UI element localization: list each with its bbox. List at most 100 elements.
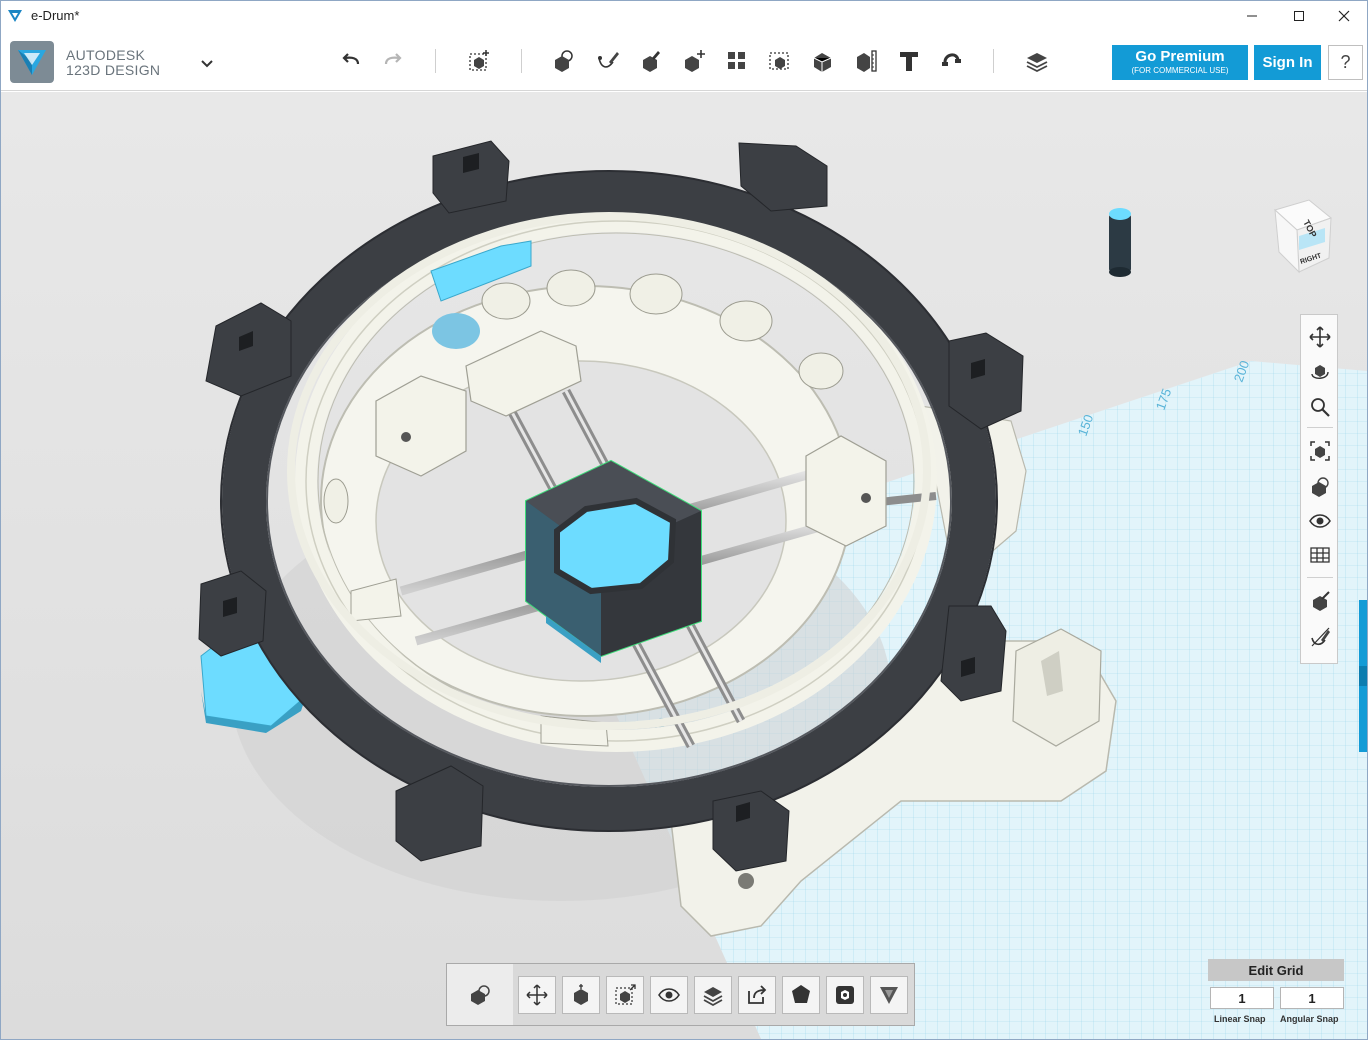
go-premium-sublabel: (FOR COMMERCIAL USE) (1131, 66, 1229, 75)
move-icon (526, 984, 548, 1006)
orbit-icon (1311, 365, 1329, 379)
combine-button[interactable] (806, 44, 840, 78)
fit-button[interactable] (1306, 437, 1334, 465)
angular-snap-input[interactable]: 1 (1280, 987, 1344, 1009)
move-button[interactable] (518, 976, 556, 1014)
minimize-icon (1247, 15, 1257, 17)
selection-filter-icon (1313, 591, 1330, 611)
brand-autodesk: AUTODESK (66, 47, 146, 63)
title-bar: e-Drum* (1, 1, 1367, 31)
pan-button[interactable] (1306, 323, 1334, 351)
grid-toggle-button[interactable] (1306, 541, 1334, 569)
edit-grid-button[interactable]: Edit Grid (1208, 959, 1344, 981)
maximize-button[interactable] (1276, 1, 1322, 31)
material-button[interactable] (1020, 44, 1054, 78)
view-mode-button[interactable] (1306, 473, 1334, 501)
primitives-icon (555, 50, 573, 72)
app-logo-icon (8, 10, 22, 22)
snap-icon (942, 53, 961, 66)
transform-button[interactable] (462, 44, 496, 78)
meshmixer-button[interactable] (870, 976, 908, 1014)
primitives-button[interactable] (547, 44, 581, 78)
undo-icon (342, 53, 360, 65)
autodesk-logo-icon (18, 50, 46, 75)
toolbar-separator (521, 49, 522, 73)
model-scene[interactable]: 200 175 150 50 25 25 30 (1, 92, 1367, 1039)
eye-icon (1309, 514, 1331, 528)
side-panel-toggle[interactable] (1359, 666, 1367, 686)
nav-separator (1307, 577, 1333, 578)
minimize-button[interactable] (1229, 1, 1275, 31)
redo-button[interactable] (376, 44, 410, 78)
toolbar-separator (435, 49, 436, 73)
hide-button[interactable] (650, 976, 688, 1014)
export-button[interactable] (738, 976, 776, 1014)
edit-grid-panel: Edit Grid 1 1 Linear Snap Angular Snap (1208, 959, 1344, 1029)
redo-icon (384, 53, 402, 65)
navigation-bar (1300, 314, 1338, 664)
linear-snap-input[interactable]: 1 (1210, 987, 1274, 1009)
help-button[interactable]: ? (1328, 45, 1363, 80)
layers-button[interactable] (694, 976, 732, 1014)
fit-icon (1310, 441, 1330, 461)
solid-button[interactable] (782, 976, 820, 1014)
object-toggle-button[interactable] (447, 964, 513, 1025)
sketch-visibility-icon (1311, 627, 1330, 647)
view-cube[interactable]: TOP RIGHT (1269, 196, 1335, 276)
undo-button[interactable] (334, 44, 368, 78)
sign-in-button[interactable]: Sign In (1254, 45, 1321, 80)
nav-separator (1307, 427, 1333, 428)
transform-icon (469, 50, 489, 71)
brand-product: 123D DESIGN (66, 62, 161, 78)
export-icon (748, 985, 767, 1004)
visibility-button[interactable] (1306, 507, 1334, 535)
object-icon (471, 984, 490, 1005)
app-menu-logo[interactable] (10, 41, 54, 83)
sketch-icon (598, 52, 619, 68)
pattern-button[interactable] (720, 44, 754, 78)
grouping-button[interactable] (763, 44, 797, 78)
measure-button[interactable] (849, 44, 883, 78)
smart-resize-icon (615, 984, 636, 1005)
material-icon (1026, 53, 1048, 73)
snap-button[interactable] (935, 44, 969, 78)
go-premium-label: Go Premium (1135, 48, 1225, 65)
smart-scale-button[interactable] (562, 976, 600, 1014)
close-button[interactable] (1321, 1, 1367, 31)
construct-icon (643, 51, 660, 72)
measure-icon (857, 50, 877, 72)
main-toolbar: AUTODESK 123D DESIGN Go Premium (FOR COM… (1, 31, 1367, 91)
pan-icon (1309, 326, 1331, 348)
grouping-icon (769, 52, 789, 70)
print-button[interactable] (826, 976, 864, 1014)
layers-icon (703, 987, 723, 1007)
modify-icon (685, 50, 705, 72)
angular-snap-label: Angular Snap (1280, 1014, 1339, 1024)
small-cylinder[interactable] (1109, 208, 1131, 277)
toolbar-separator (993, 49, 994, 73)
text-button[interactable] (892, 44, 926, 78)
3d-viewport[interactable]: 200 175 150 50 25 25 30 (1, 92, 1367, 1039)
sketch-button[interactable] (591, 44, 625, 78)
pattern-icon (728, 52, 745, 69)
eye-icon (658, 988, 680, 1002)
app-menu-chevron-down-icon[interactable] (198, 55, 216, 71)
close-icon (1338, 10, 1350, 22)
modify-button[interactable] (677, 44, 711, 78)
orbit-button[interactable] (1306, 357, 1334, 385)
solid-icon (792, 985, 810, 1003)
hide-sketch-button[interactable] (1306, 623, 1334, 651)
grid-icon (1310, 547, 1330, 563)
smart-scale-icon (574, 984, 588, 1005)
go-premium-button[interactable]: Go Premium (FOR COMMERCIAL USE) (1112, 45, 1248, 80)
zoom-button[interactable] (1306, 393, 1334, 421)
maximize-icon (1294, 11, 1304, 21)
print-icon (836, 986, 854, 1004)
material-view-icon (1312, 477, 1329, 497)
smart-resize-button[interactable] (606, 976, 644, 1014)
construct-button[interactable] (634, 44, 668, 78)
app-window: e-Drum* AUTODESK 123D DESIGN Go Premium … (0, 0, 1368, 1040)
snap-view-button[interactable] (1306, 587, 1334, 615)
linear-snap-label: Linear Snap (1214, 1014, 1266, 1024)
meshmixer-icon (880, 987, 898, 1004)
